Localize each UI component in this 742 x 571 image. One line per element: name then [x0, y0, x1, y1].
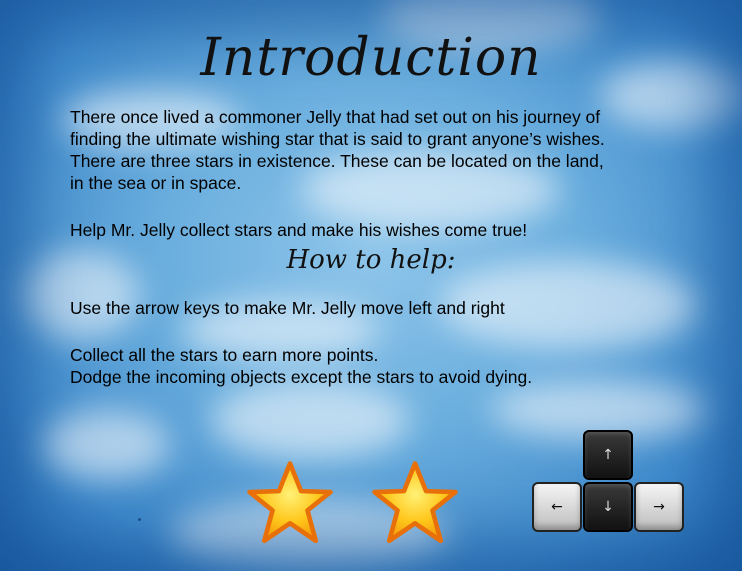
instruction-collect: Collect all the stars to earn more point…: [70, 345, 379, 365]
intro-line: There are three stars in existence. Thes…: [70, 151, 604, 171]
arrow-keys-icon: ↑ ← ↓ →: [532, 430, 684, 534]
help-heading: How to help:: [286, 245, 456, 275]
instruction-move: Use the arrow keys to make Mr. Jelly mov…: [70, 298, 505, 318]
left-arrow-key: ←: [532, 482, 582, 532]
down-arrow-key: ↓: [583, 482, 633, 532]
intro-line: in the sea or in space.: [70, 173, 242, 193]
star-icon: [247, 461, 333, 544]
intro-paragraph: There once lived a commoner Jelly that h…: [70, 106, 690, 194]
page-title: Introduction: [200, 28, 542, 88]
cloud: [210, 380, 410, 460]
speck: [138, 518, 141, 521]
cloud: [40, 410, 170, 480]
up-arrow-key: ↑: [583, 430, 633, 480]
right-arrow-key: →: [634, 482, 684, 532]
star-icon: [372, 461, 458, 544]
intro-line: There once lived a commoner Jelly that h…: [70, 107, 601, 127]
intro-screen: Introduction There once lived a commoner…: [0, 0, 742, 571]
instruction-dodge: Dodge the incoming objects except the st…: [70, 367, 533, 387]
call-to-action: Help Mr. Jelly collect stars and make hi…: [70, 220, 528, 240]
intro-line: finding the ultimate wishing star that i…: [70, 129, 605, 149]
